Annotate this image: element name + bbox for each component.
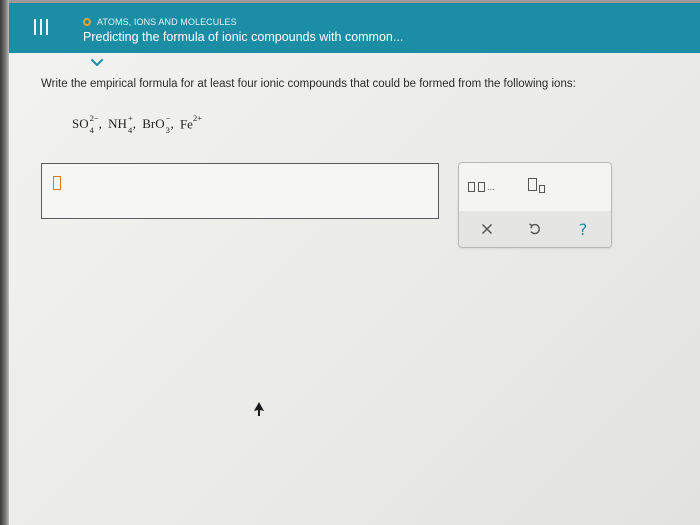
hamburger-icon[interactable] [31,17,51,39]
subscript-tool-icon[interactable] [525,176,551,196]
tool-palette: ... ? [458,162,612,248]
multiple-answer-tool-icon[interactable]: ... [466,178,506,196]
topic-row: ATOMS, IONS AND MOLECULES [83,15,237,29]
palette-footer: ? [459,211,611,247]
mouse-pointer-icon [254,402,264,416]
input-cursor-slot [53,176,61,190]
screen-left-bezel [0,0,9,525]
help-icon: ? [578,219,588,239]
undo-button[interactable] [521,215,549,243]
help-button[interactable]: ? [569,215,597,243]
more-dots: ... [487,182,495,192]
ion-ammonium: NH +4 [108,113,133,136]
ion-bromate: BrO −3 [142,113,171,136]
ion-sulfate: SO 2− 4 [72,113,99,136]
topic-label: ATOMS, IONS AND MOLECULES [97,17,237,27]
clear-icon [481,223,493,235]
activity-header: ATOMS, IONS AND MOLECULES Predicting the… [9,3,700,53]
ion-iron: Fe2+ [179,113,202,132]
question-prompt: Write the empirical formula for at least… [41,78,576,90]
page-title: Predicting the formula of ionic compound… [83,30,404,44]
collapse-header-button[interactable] [82,53,112,73]
answer-input[interactable] [41,163,439,219]
chevron-down-icon [91,59,103,66]
undo-icon [529,223,540,235]
ion-list: SO 2− 4, NH +4, BrO −3, Fe2+ [72,110,202,136]
topic-status-icon [83,18,91,26]
clear-button[interactable] [473,215,501,243]
